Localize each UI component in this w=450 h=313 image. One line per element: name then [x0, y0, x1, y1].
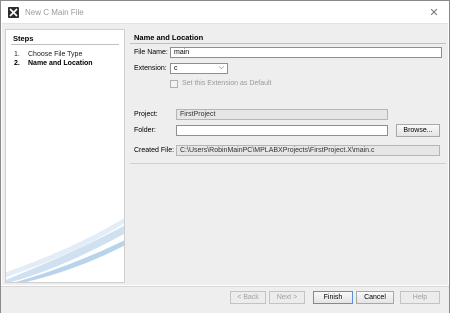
extension-select[interactable]: c ⌵ [170, 63, 228, 74]
step-number: 2. [14, 60, 20, 67]
back-button[interactable]: < Back [230, 291, 266, 304]
browse-button[interactable]: Browse... [396, 124, 440, 137]
close-icon: ✕ [429, 6, 439, 19]
panel-divider [130, 43, 446, 44]
finish-button[interactable]: Finish [313, 291, 353, 304]
help-button[interactable]: Help [400, 291, 440, 304]
mplab-app-icon [8, 7, 19, 18]
steps-panel: Steps 1. Choose File Type 2. Name and Loca… [5, 29, 125, 283]
step-label: Choose File Type [28, 51, 83, 58]
step-choose-file-type: 1. Choose File Type [14, 51, 82, 58]
extension-value: c [174, 65, 178, 72]
new-c-main-file-dialog: New C Main File ✕ Steps 1. Choose File Ty… [0, 0, 450, 313]
file-name-label: File Name: [134, 49, 168, 56]
name-and-location-panel: Name and Location File Name: main Extens… [128, 29, 446, 283]
step-name-and-location: 2. Name and Location [14, 60, 93, 67]
step-number: 1. [14, 51, 20, 58]
cancel-button[interactable]: Cancel [356, 291, 394, 304]
close-button[interactable]: ✕ [425, 4, 443, 20]
steps-title: Steps [13, 34, 34, 43]
panel-title: Name and Location [134, 33, 204, 42]
folder-label: Folder: [134, 127, 156, 134]
panel-separator [130, 163, 446, 164]
file-name-input[interactable]: main [170, 47, 442, 58]
project-label: Project: [134, 111, 158, 118]
window-title: New C Main File [25, 8, 84, 17]
dialog-content: Steps 1. Choose File Type 2. Name and Loca… [2, 23, 448, 285]
extension-label: Extension: [134, 65, 167, 72]
chevron-down-icon: ⌵ [218, 64, 224, 71]
title-bar: New C Main File ✕ [1, 1, 449, 23]
folder-input[interactable] [176, 125, 388, 136]
steps-divider [11, 44, 119, 45]
set-default-extension-label: Set this Extension as Default [182, 80, 272, 87]
button-bar: < Back Next > Finish Cancel Help [1, 286, 449, 313]
set-default-extension-checkbox[interactable] [170, 80, 178, 88]
decorative-swoosh-graphic [6, 218, 124, 282]
project-field: FirstProject [176, 109, 388, 120]
created-file-field: C:\Users\RobinMainPC\MPLABXProjects\Firs… [176, 145, 440, 156]
next-button[interactable]: Next > [269, 291, 305, 304]
step-label: Name and Location [28, 60, 93, 67]
created-file-label: Created File: [134, 147, 175, 154]
